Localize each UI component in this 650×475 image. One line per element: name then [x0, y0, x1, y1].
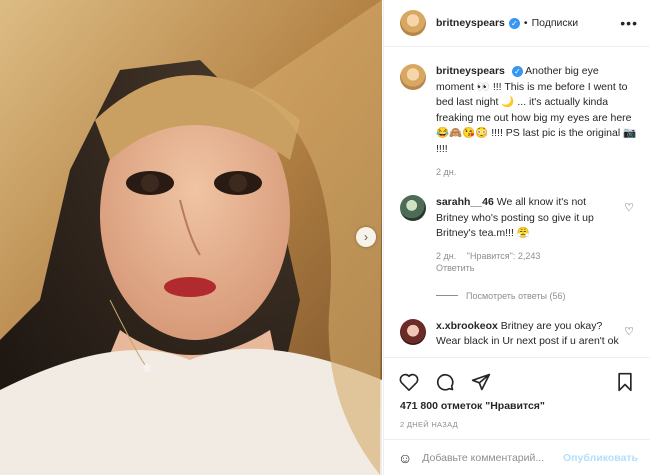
divider-line — [436, 295, 458, 296]
comment-input[interactable] — [422, 451, 564, 464]
caption-body: Another big eye moment 👀 !!! This is me … — [436, 65, 637, 155]
post-actions: 471 800 отметок "Нравится" 2 ДНЕЙ НАЗАД … — [384, 357, 650, 475]
bookmark-icon[interactable] — [614, 371, 636, 393]
commenter-username[interactable]: x.xbrookeox — [436, 320, 498, 332]
follow-button[interactable]: Подписки — [532, 17, 579, 29]
caption-avatar[interactable] — [400, 64, 426, 90]
share-icon[interactable] — [470, 371, 492, 393]
comment-meta: 2 дн. "Нравится": 2,243 Ответить — [436, 251, 621, 273]
header-separator: • — [523, 17, 528, 29]
comment-item: sarahh__46 We all know it's not Britney … — [400, 195, 638, 273]
likes-count[interactable]: 471 800 отметок "Нравится" — [384, 400, 650, 412]
emoji-smiley-icon[interactable]: ☺ — [398, 450, 412, 466]
comment-item: x.xbrookeox Britney are you okay? Wear b… — [400, 318, 638, 350]
comment-time[interactable]: 2 дн. — [436, 251, 456, 261]
caption-meta: 2 дн. — [436, 167, 638, 177]
add-comment-bar: ☺ Опубликовать — [384, 439, 650, 475]
commenter-avatar[interactable] — [400, 318, 426, 345]
more-options-icon[interactable]: ••• — [620, 15, 638, 31]
comment-likes[interactable]: "Нравится": 2,243 — [467, 251, 541, 261]
action-icons — [384, 358, 650, 396]
verified-badge-icon: ✓ — [508, 17, 520, 29]
heart-icon[interactable]: ♡ — [624, 325, 634, 338]
reply-button[interactable]: Ответить — [436, 263, 613, 273]
view-replies-label: Посмотреть ответы (56) — [466, 290, 566, 301]
verified-badge-icon: ✓ — [511, 66, 523, 78]
commenter-username[interactable]: sarahh__46 — [436, 196, 494, 208]
next-photo-button[interactable]: › — [356, 227, 376, 247]
caption-username[interactable]: britneyspears — [436, 65, 505, 77]
post-panel: britneyspears ✓ • Подписки ••• britneysp… — [383, 0, 650, 475]
caption: britneyspears ✓ Another big eye moment 👀… — [400, 64, 638, 177]
post-photo[interactable]: › — [0, 0, 382, 475]
author-username[interactable]: britneyspears — [436, 17, 505, 29]
comment-text: sarahh__46 We all know it's not Britney … — [436, 195, 621, 242]
caption-text: britneyspears ✓ Another big eye moment 👀… — [436, 64, 638, 157]
publish-button[interactable]: Опубликовать — [563, 452, 638, 464]
post-date[interactable]: 2 ДНЕЙ НАЗАД — [384, 420, 650, 429]
comment-text: x.xbrookeox Britney are you okay? Wear b… — [436, 319, 621, 350]
caption-time[interactable]: 2 дн. — [436, 167, 456, 177]
heart-icon[interactable]: ♡ — [624, 201, 634, 214]
view-replies-button[interactable]: Посмотреть ответы (56) — [436, 291, 638, 301]
author-avatar[interactable] — [400, 10, 426, 36]
comment-bubble-icon[interactable] — [434, 371, 456, 393]
like-heart-icon[interactable] — [398, 371, 420, 393]
commenter-avatar[interactable] — [400, 195, 426, 221]
comments-list[interactable]: britneyspears ✓ Another big eye moment 👀… — [384, 48, 650, 357]
post-header: britneyspears ✓ • Подписки ••• — [384, 0, 650, 47]
photo-image — [0, 0, 382, 475]
